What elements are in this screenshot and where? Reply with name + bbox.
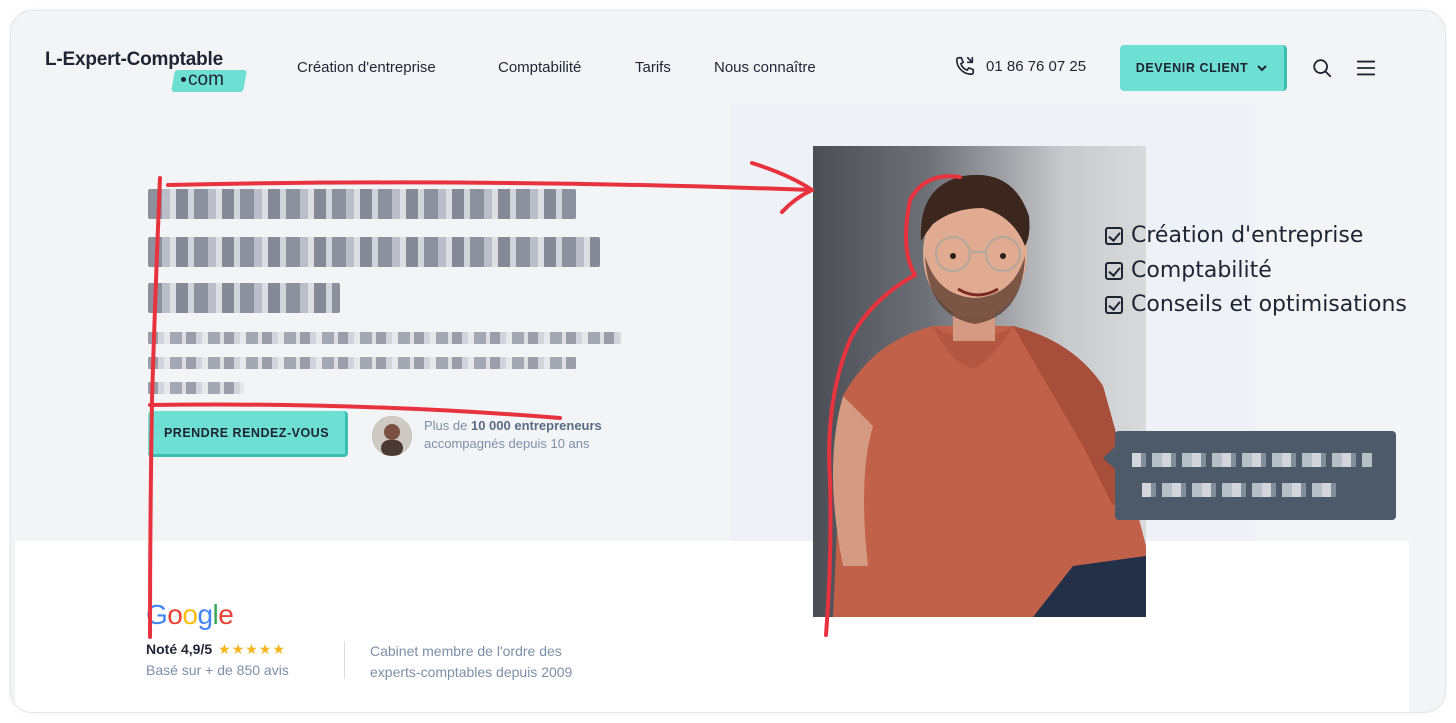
menu-icon[interactable]: [1355, 57, 1377, 79]
google-logo: Google: [146, 599, 234, 630]
site-logo[interactable]: L-Expert-Comptable com: [45, 49, 255, 97]
nav-link-nous-connaitre[interactable]: Nous connaître: [714, 59, 816, 76]
accomp-pre: Plus de: [424, 418, 471, 433]
hero-photo: [813, 146, 1146, 617]
services-checklist: Création d'entreprise Comptabilité Conse…: [1105, 219, 1407, 323]
checklist-item: Comptabilité: [1105, 254, 1407, 289]
cabinet-line2: experts-comptables depuis 2009: [370, 664, 573, 680]
chevron-down-icon: [1257, 65, 1267, 72]
checkbox-icon: [1105, 227, 1123, 246]
accompaniment-text: Plus de 10 000 entrepreneurs accompagnés…: [424, 417, 602, 453]
google-rating: Noté 4,9/5 ★★★★★: [146, 641, 286, 658]
checklist-label: Création d'entreprise: [1131, 223, 1364, 248]
rating-text: Noté 4,9/5: [146, 641, 213, 657]
checkbox-icon: [1105, 261, 1123, 280]
cabinet-line1: Cabinet membre de l'ordre des: [370, 643, 562, 659]
devenir-client-label: DEVENIR CLIENT: [1135, 61, 1249, 75]
checklist-item: Création d'entreprise: [1105, 219, 1407, 254]
phone-link[interactable]: 01 86 76 07 25: [954, 55, 1086, 77]
cabinet-membership: Cabinet membre de l'ordre des experts-co…: [370, 641, 650, 683]
accomp-bold: 10 000 entrepreneurs: [470, 418, 602, 433]
nav-link-comptabilite[interactable]: Comptabilité: [498, 59, 581, 76]
prendre-rendez-vous-label: PRENDRE RENDEZ-VOUS: [163, 425, 330, 440]
logo-text: L-Expert-Comptable: [45, 49, 223, 70]
browser-frame: L-Expert-Comptable com Création d'entrep…: [10, 10, 1446, 713]
nav-item-comptabilite[interactable]: Comptabilité: [498, 59, 581, 76]
divider: [344, 641, 345, 679]
phone-icon: [955, 56, 975, 76]
checklist-item: Conseils et optimisations: [1105, 288, 1407, 323]
prendre-rendez-vous-button[interactable]: PRENDRE RENDEZ-VOUS: [148, 411, 348, 457]
checklist-label: Conseils et optimisations: [1131, 292, 1407, 317]
logo-com-text: com: [181, 69, 224, 91]
devenir-client-button[interactable]: DEVENIR CLIENT: [1120, 45, 1287, 91]
expert-tooltip-redacted: [1103, 431, 1396, 520]
nav-link-tarifs[interactable]: Tarifs: [635, 59, 671, 76]
nav-item-creation[interactable]: Création d'entreprise: [297, 59, 436, 76]
review-count: Basé sur + de 850 avis: [146, 662, 289, 678]
nav-link-creation[interactable]: Création d'entreprise: [297, 59, 436, 76]
nav-item-nous-connaitre[interactable]: Nous connaître: [714, 59, 816, 76]
checkbox-icon: [1105, 296, 1123, 315]
accomp-line2: accompagnés depuis 10 ans: [424, 436, 590, 451]
star-rating-icon: ★★★★★: [218, 641, 286, 657]
checklist-label: Comptabilité: [1131, 257, 1272, 283]
avatar: [372, 416, 412, 456]
phone-number[interactable]: 01 86 76 07 25: [986, 58, 1086, 75]
search-icon[interactable]: [1311, 57, 1333, 79]
nav-item-tarifs[interactable]: Tarifs: [635, 59, 671, 76]
